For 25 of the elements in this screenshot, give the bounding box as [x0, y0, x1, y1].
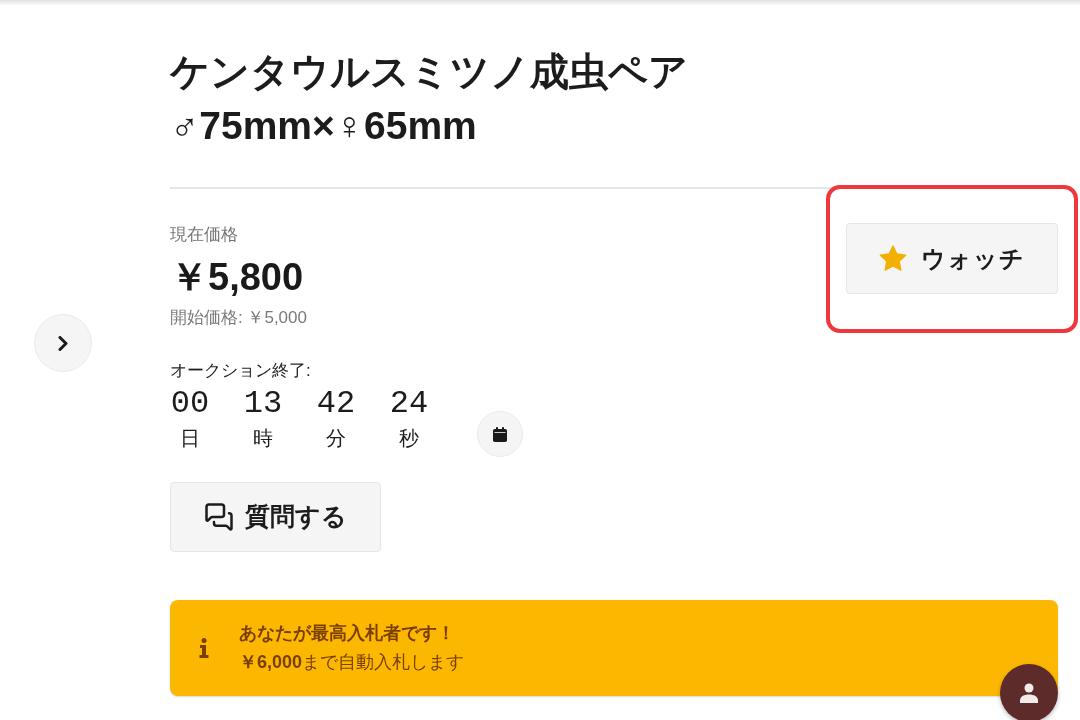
person-icon	[1019, 683, 1039, 703]
countdown-value: 00	[170, 386, 210, 422]
start-price: 開始価格: ￥5,000	[170, 307, 308, 329]
current-price: ￥5,800	[170, 255, 305, 299]
calendar-button[interactable]	[477, 411, 523, 457]
notice-title: あなたが最高入札者です！	[239, 622, 456, 645]
countdown-unit: 日	[180, 426, 200, 451]
star-icon	[879, 245, 907, 272]
chevron-right-icon	[58, 335, 68, 351]
countdown-value: 13	[243, 386, 283, 422]
watch-button[interactable]: ウォッチ	[846, 223, 1058, 294]
profile-button[interactable]	[1000, 664, 1058, 720]
countdown-value: 42	[316, 386, 356, 422]
countdown-unit: 分	[326, 426, 346, 451]
countdown-unit: 秒	[399, 426, 419, 451]
chat-bubbles-icon	[204, 502, 234, 532]
calendar-icon	[493, 426, 507, 442]
question-button[interactable]: 質問する	[170, 482, 381, 552]
current-price-label: 現在価格	[170, 224, 239, 246]
info-icon	[199, 638, 209, 658]
auction-end-label: オークション終了:	[170, 360, 312, 382]
countdown-value: 24	[389, 386, 429, 422]
countdown-unit: 時	[253, 426, 273, 451]
product-title: ケンタウルスミツノ成虫ペア ♂75mm×♀65mm	[170, 49, 689, 149]
notice-detail: ￥6,000まで自動入札します	[239, 651, 465, 674]
